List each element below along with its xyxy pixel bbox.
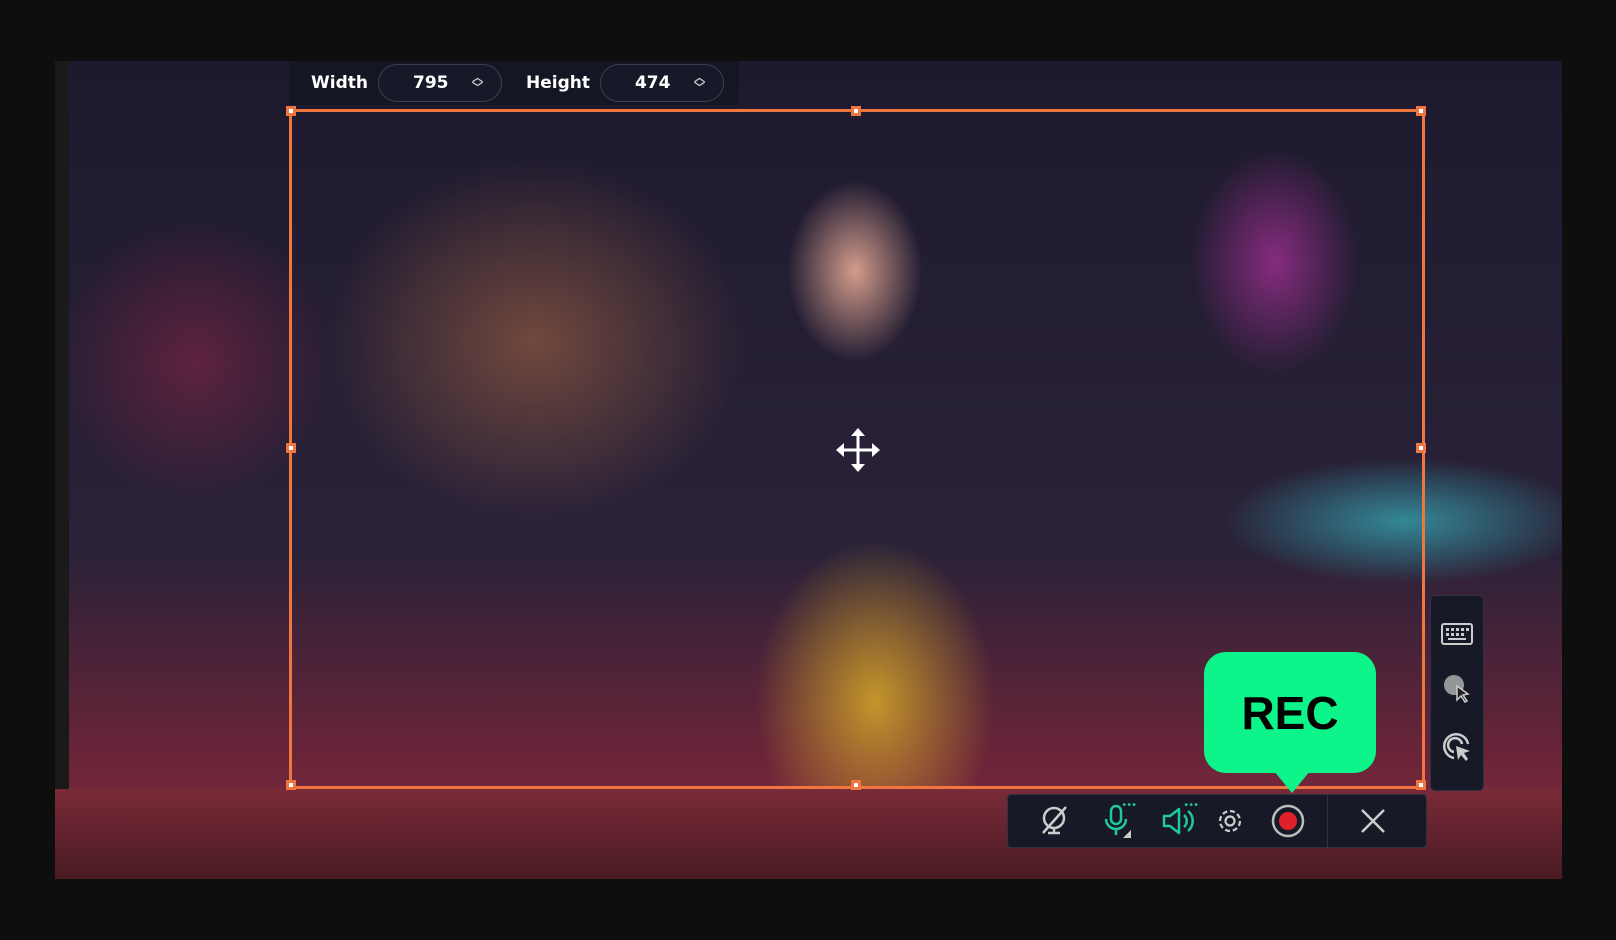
size-panel: Width 795 ︿ ﹀ Height 474 ︿ ﹀: [289, 61, 739, 105]
height-value[interactable]: 474: [635, 73, 671, 93]
resize-handle-s[interactable]: [851, 780, 861, 790]
resize-handle-nw[interactable]: [286, 106, 296, 116]
settings-icon: [1218, 809, 1242, 833]
resize-handle-sw[interactable]: [286, 780, 296, 790]
rec-bubble: REC: [1204, 652, 1376, 793]
system-audio-button[interactable]: •••: [1152, 794, 1204, 848]
side-panel: [1430, 595, 1484, 791]
close-button[interactable]: [1328, 794, 1418, 848]
recording-toolbar: ••• •••: [1007, 794, 1427, 848]
webcam-toggle-button[interactable]: [1028, 794, 1080, 848]
resize-handle-ne[interactable]: [1416, 106, 1426, 116]
more-icon[interactable]: •••: [1121, 800, 1137, 811]
cursor-highlight-icon[interactable]: [1441, 672, 1473, 704]
stepper-arrows-icon[interactable]: ︿ ﹀: [694, 72, 705, 93]
microphone-button[interactable]: •••: [1090, 794, 1142, 848]
width-label: Width: [311, 73, 368, 93]
height-label: Height: [525, 73, 590, 93]
click-effect-icon[interactable]: [1441, 731, 1473, 763]
close-icon: [1361, 809, 1385, 833]
resize-handle-n[interactable]: [851, 106, 861, 116]
resize-handle-se[interactable]: [1416, 780, 1426, 790]
keyboard-icon[interactable]: [1441, 623, 1473, 646]
record-icon: [1271, 804, 1305, 838]
move-icon[interactable]: [835, 427, 881, 473]
stepper-arrows-icon[interactable]: ︿ ﹀: [472, 72, 483, 93]
resize-handle-w[interactable]: [286, 443, 296, 453]
more-icon[interactable]: •••: [1183, 800, 1199, 811]
resize-handle-e[interactable]: [1416, 443, 1426, 453]
width-value[interactable]: 795: [413, 73, 449, 93]
webcam-off-icon: [1042, 806, 1067, 835]
height-stepper[interactable]: 474 ︿ ﹀: [599, 64, 724, 102]
width-stepper[interactable]: 795 ︿ ﹀: [377, 64, 502, 102]
record-button[interactable]: [1262, 794, 1314, 848]
settings-button[interactable]: [1204, 794, 1256, 848]
